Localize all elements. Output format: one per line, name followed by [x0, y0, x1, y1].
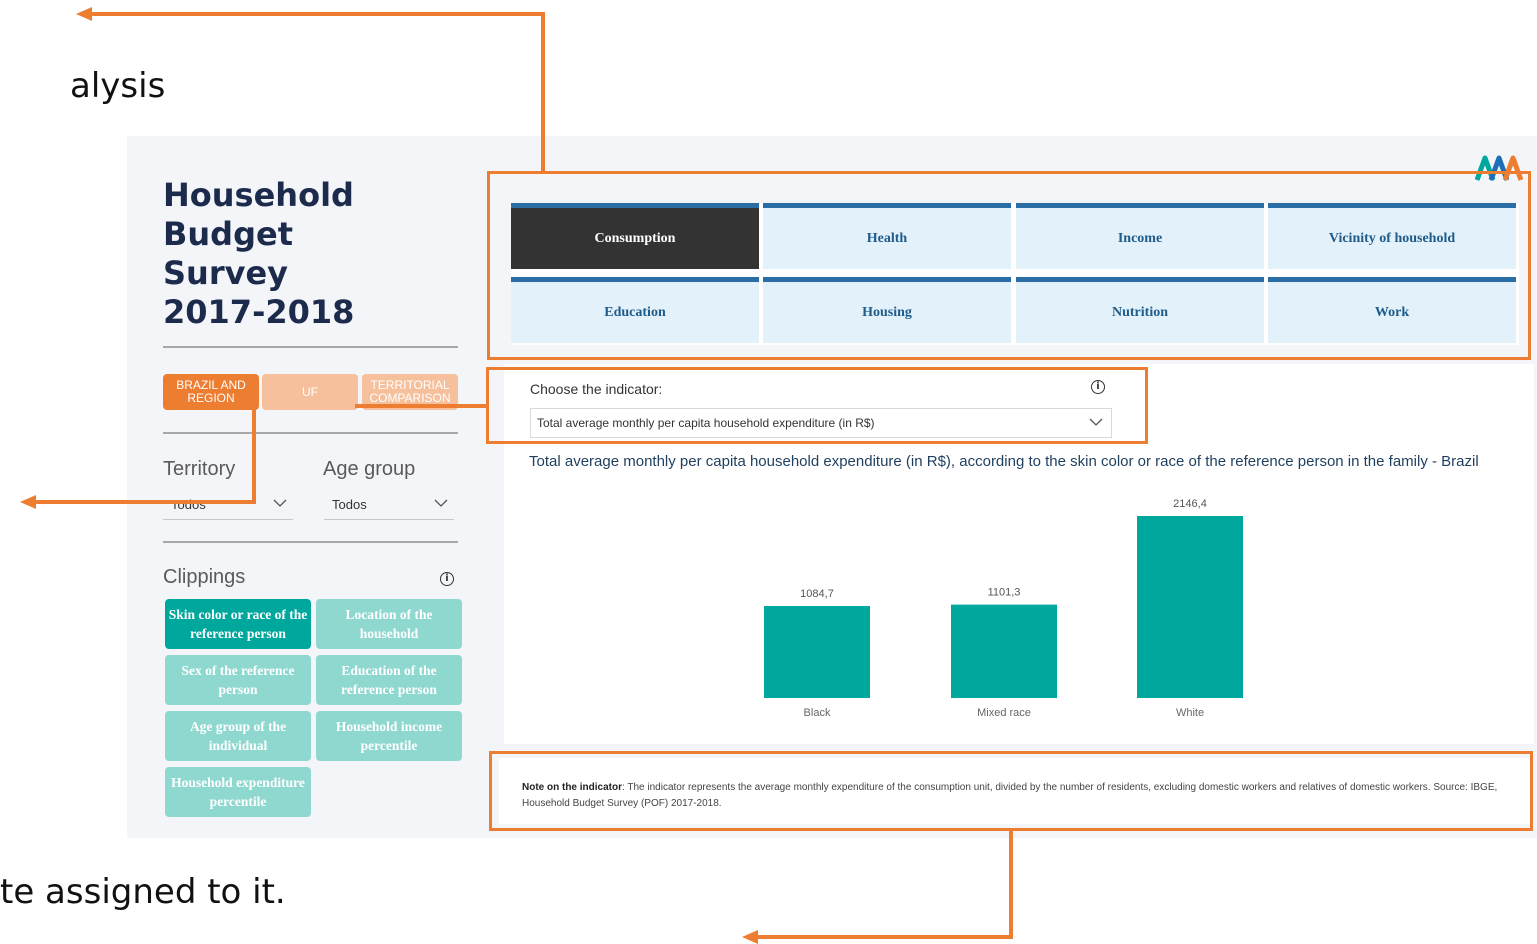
annotation-box-tabs	[487, 171, 1531, 360]
clipping-label: Skin color or race of the reference pers…	[168, 607, 308, 641]
category-label: Mixed race	[977, 707, 1031, 719]
annotation-box-indicator	[486, 367, 1148, 444]
annotation-line	[36, 500, 256, 504]
age-group-value: Todos	[332, 497, 367, 512]
dashboard-title: Household Budget Survey 2017-2018	[163, 176, 355, 331]
divider	[163, 432, 458, 434]
bar-value-label: 1101,3	[988, 587, 1021, 599]
slide-fragment-bottom: te assigned to it.	[0, 872, 286, 912]
chevron-down-icon	[273, 499, 287, 507]
annotation-line	[90, 12, 545, 16]
bar-white[interactable]	[1137, 516, 1243, 698]
bar-value-label: 2146,4	[1173, 498, 1207, 510]
slide-fragment-top: alysis	[70, 66, 166, 106]
clipping-label: Education of the reference person	[341, 663, 437, 697]
clipping-expenditure-percentile[interactable]: Household expenditure percentile	[165, 767, 311, 817]
bar-value-label: 1084,7	[800, 588, 834, 600]
annotation-line	[541, 12, 545, 172]
clipping-income-percentile[interactable]: Household income percentile	[316, 711, 462, 761]
divider	[163, 346, 458, 348]
geo-tab-label: BRAZIL AND REGION	[176, 378, 246, 405]
clipping-age-group[interactable]: Age group of the individual	[165, 711, 311, 761]
clipping-education[interactable]: Education of the reference person	[316, 655, 462, 705]
clipping-label: Location of the household	[345, 607, 433, 641]
geo-tab-brazil-region[interactable]: BRAZIL AND REGION	[163, 374, 259, 410]
arrowhead	[742, 930, 758, 944]
clipping-skin-color[interactable]: Skin color or race of the reference pers…	[165, 599, 311, 649]
annotation-line	[252, 404, 256, 504]
age-group-label: Age group	[323, 458, 416, 480]
arrowhead	[76, 7, 92, 21]
annotation-line	[1009, 831, 1013, 939]
divider	[163, 541, 458, 543]
clipping-label: Household expenditure percentile	[171, 775, 305, 809]
sidebar: Household Budget Survey 2017-2018 BRAZIL…	[127, 136, 482, 838]
clippings-label: Clippings	[163, 566, 246, 588]
geo-tab-uf[interactable]: UF	[262, 374, 358, 410]
category-label: Black	[804, 707, 831, 719]
annotation-box-note	[489, 751, 1533, 831]
bar-black[interactable]	[764, 606, 870, 698]
info-icon[interactable]: i	[440, 572, 454, 586]
territory-select[interactable]: Todos	[163, 490, 293, 520]
geo-tab-label: TERRITORIAL COMPARISON	[369, 378, 451, 405]
age-group-select[interactable]: Todos	[324, 490, 454, 520]
geo-tab-label: UF	[302, 384, 318, 399]
chevron-down-icon	[434, 499, 448, 507]
clipping-label: Age group of the individual	[189, 719, 287, 753]
category-label: White	[1176, 707, 1204, 719]
territory-label: Territory	[163, 458, 236, 480]
arrowhead	[20, 495, 36, 509]
annotation-line	[758, 935, 1013, 939]
annotation-line	[355, 404, 487, 408]
bar-mixed-race[interactable]	[951, 604, 1057, 698]
clipping-label: Sex of the reference person	[181, 663, 295, 697]
clipping-sex[interactable]: Sex of the reference person	[165, 655, 311, 705]
clipping-label: Household income percentile	[335, 719, 443, 753]
clipping-location[interactable]: Location of the household	[316, 599, 462, 649]
